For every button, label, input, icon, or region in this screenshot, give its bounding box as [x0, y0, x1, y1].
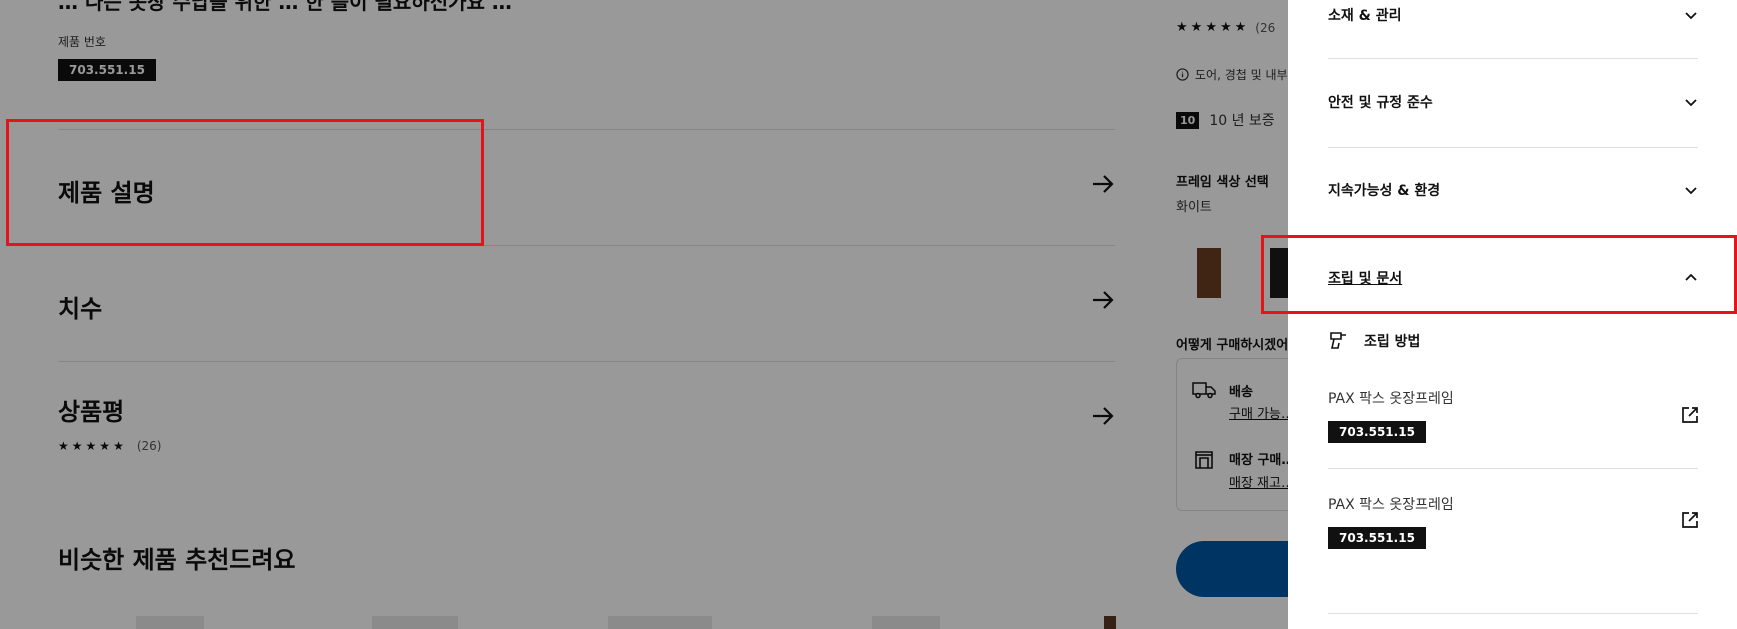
accordion-label: 안전 및 규정 준수	[1328, 95, 1433, 111]
accordion-divider	[1328, 147, 1698, 148]
how-to-buy-label: 어떻게 구매하시겠어…	[1176, 338, 1302, 353]
star-icon: ★	[85, 439, 97, 453]
truck-icon	[1192, 382, 1216, 399]
star-half-icon: ★	[1234, 20, 1247, 35]
store-stock-link[interactable]: 매장 재고…	[1229, 472, 1294, 491]
star-icon: ★	[1190, 20, 1203, 35]
section-reviews[interactable]: 상품평 ★ ★ ★ ★ ★ (26)	[58, 362, 1115, 477]
accordion-label: 지속가능성 & 환경	[1328, 183, 1441, 199]
similar-products-heading: 비슷한 제품 추천드려요	[58, 546, 296, 574]
product-number-badge: 703.551.15	[58, 59, 156, 81]
rating-count: (26)	[136, 439, 162, 453]
accordion-divider	[1328, 58, 1698, 59]
product-thumbnail[interactable]	[372, 616, 458, 629]
warranty: 10 10 년 보증	[1176, 110, 1275, 130]
accordion-safety-compliance[interactable]: 안전 및 규정 준수	[1328, 82, 1698, 122]
star-icon: ★	[1205, 20, 1217, 35]
document-number-badge: 703.551.15	[1328, 421, 1426, 443]
star-icon: ★	[58, 439, 69, 453]
star-half-icon: ★	[113, 439, 124, 453]
arrow-right-icon	[1093, 291, 1114, 309]
accordion-label: 조립 및 문서	[1328, 271, 1403, 287]
product-thumbnail[interactable]	[1104, 616, 1116, 629]
accordion-divider	[1328, 235, 1698, 236]
accordion-sustainability[interactable]: 지속가능성 & 환경	[1328, 170, 1698, 210]
warranty-years-badge: 10	[1176, 111, 1200, 129]
chevron-down-icon	[1685, 12, 1697, 20]
info-icon	[1176, 68, 1189, 81]
chevron-up-icon	[1685, 273, 1697, 281]
delivery-availability-link[interactable]: 구매 가능…	[1229, 403, 1294, 422]
product-info-panel: 소재 & 관리 안전 및 규정 준수 지속가능성 & 환경 조립 및 문서 조립…	[1288, 0, 1737, 629]
star-icon: ★	[99, 439, 111, 453]
arrow-right-icon	[1093, 407, 1114, 425]
star-icon: ★	[71, 439, 83, 453]
document-divider	[1328, 613, 1698, 614]
arrow-right-icon	[1093, 175, 1114, 193]
store-purchase-title: 매장 구매…	[1229, 453, 1295, 468]
rating-count: (26	[1255, 20, 1276, 35]
delivery-title: 배송	[1229, 385, 1253, 400]
document-number-badge: 703.551.15	[1328, 527, 1426, 549]
accordion-assembly-docs[interactable]: 조립 및 문서	[1328, 258, 1698, 298]
rating-stars: ★ ★ ★ ★ ★ (26	[1176, 20, 1275, 35]
product-thumbnail[interactable]	[608, 616, 712, 629]
product-thumbnail[interactable]	[872, 616, 940, 629]
star-icon: ★	[1219, 20, 1232, 35]
product-page: … 나는 옷장 수납을 위한 … 한 틀이 필요하신가요 … 제품 번호 703…	[0, 0, 1737, 629]
frame-color-label: 프레임 색상 선택	[1176, 175, 1269, 190]
external-link-icon[interactable]	[1681, 511, 1699, 529]
accordion-label: 소재 & 관리	[1328, 8, 1402, 24]
product-number-label: 제품 번호	[58, 35, 106, 49]
star-icon: ★	[1176, 20, 1188, 35]
section-title: 상품평	[58, 398, 125, 426]
warranty-text: 10 년 보증	[1209, 113, 1275, 129]
color-swatch-black[interactable]	[1270, 248, 1288, 298]
section-product-description[interactable]: 제품 설명	[58, 130, 1115, 245]
drill-icon	[1330, 332, 1346, 349]
document-name: PAX 팍스 옷장프레임	[1328, 497, 1454, 513]
chevron-down-icon	[1685, 99, 1697, 107]
chevron-down-icon	[1685, 187, 1697, 195]
section-dimensions[interactable]: 치수	[58, 246, 1115, 361]
frame-color-value: 화이트	[1176, 200, 1212, 215]
product-heading-cut: … 나는 옷장 수납을 위한 … 한 틀이 필요하신가요 …	[58, 0, 512, 14]
rating-stars: ★ ★ ★ ★ ★ (26)	[58, 439, 161, 453]
product-thumbnail[interactable]	[136, 616, 204, 629]
product-note: 도어, 경첩 및 내부…	[1176, 66, 1300, 83]
section-title: 치수	[58, 295, 103, 323]
external-link-icon[interactable]	[1681, 406, 1699, 424]
assembly-label: 조립 방법	[1364, 334, 1421, 350]
section-title: 제품 설명	[58, 179, 155, 207]
color-swatch-brown[interactable]	[1197, 248, 1221, 298]
document-divider	[1328, 468, 1698, 469]
assembly-instructions: 조립 방법	[1328, 330, 1420, 352]
accordion-materials-care[interactable]: 소재 & 관리	[1328, 0, 1698, 35]
document-name: PAX 팍스 옷장프레임	[1328, 391, 1454, 407]
store-icon	[1195, 451, 1213, 469]
note-text: 도어, 경첩 및 내부…	[1195, 68, 1300, 82]
